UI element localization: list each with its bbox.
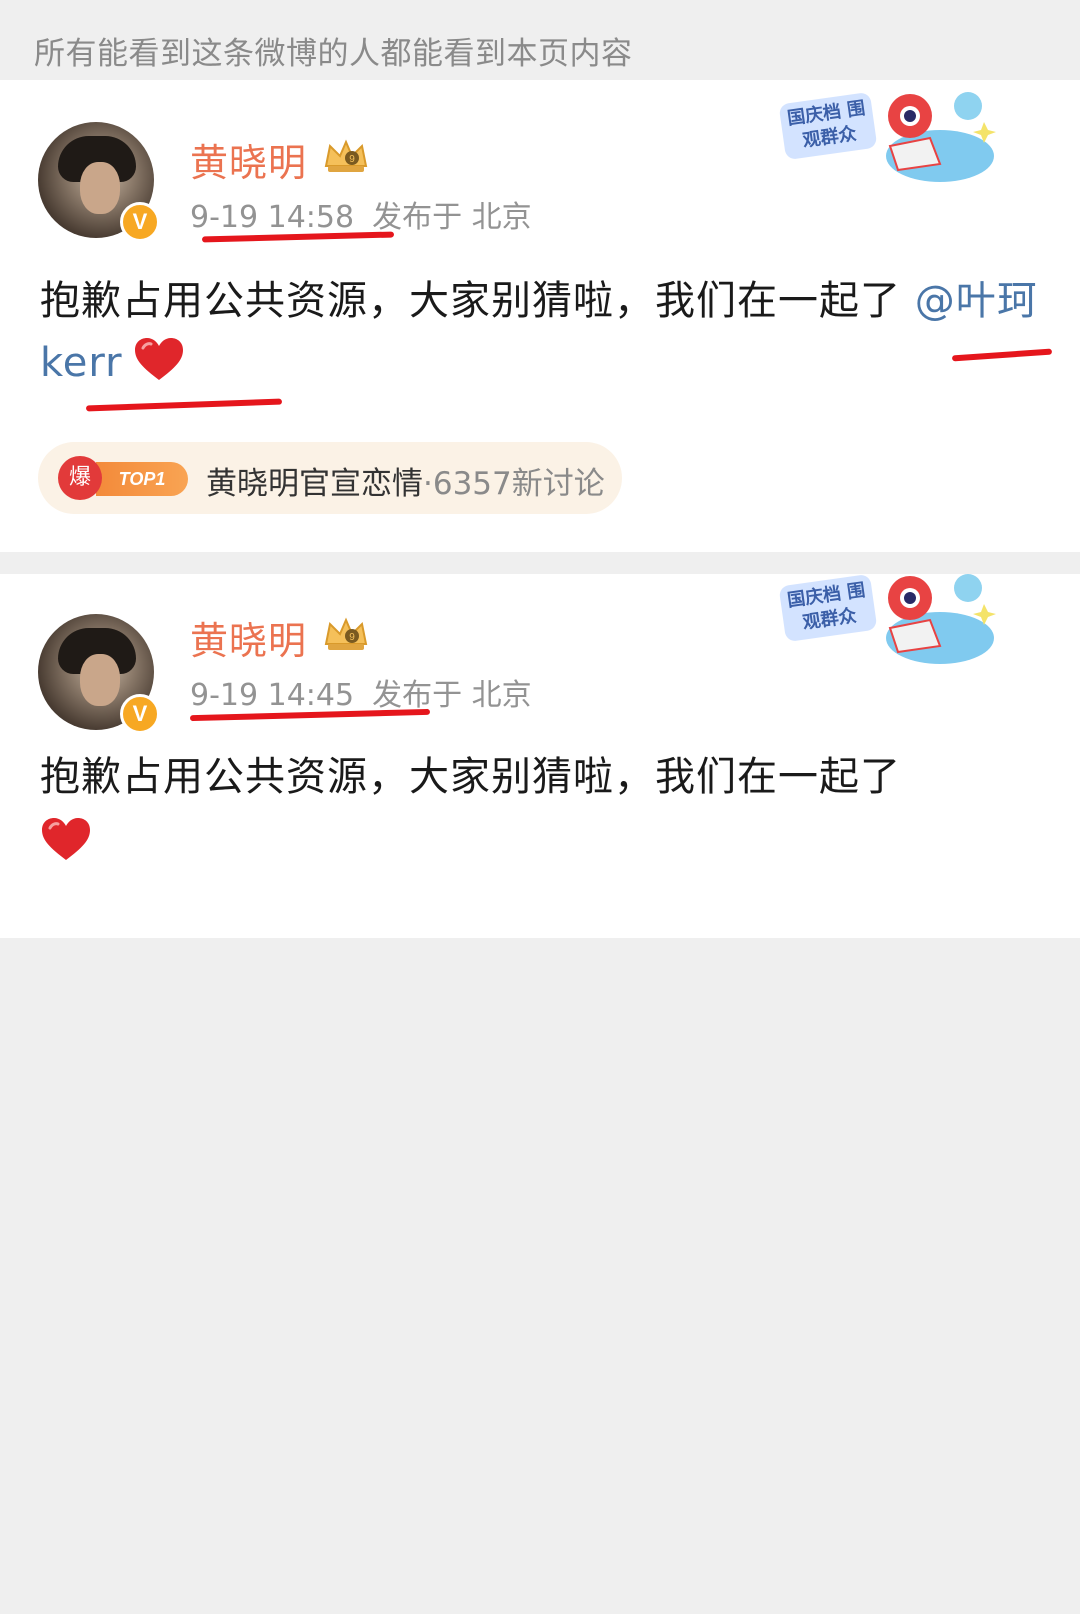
hot-topic-pill[interactable]: TOP1 爆 黄晓明官宣恋情·6357新讨论 <box>38 442 622 514</box>
post-location: 发布于 北京 <box>372 678 532 713</box>
heart-icon <box>134 338 183 380</box>
post-location: 发布于 北京 <box>372 200 532 235</box>
hot-topic-name: 黄晓明官宣恋情 <box>206 466 423 502</box>
post-body: 抱歉占用公共资源，大家别猜啦，我们在一起了 @叶珂 kerr <box>40 270 1040 394</box>
hot-topic-count: ·6357新讨论 <box>423 466 605 502</box>
avatar[interactable]: V <box>38 122 160 242</box>
post-meta: 9-19 14:58 发布于 北京 <box>190 192 532 236</box>
svg-text:9: 9 <box>349 632 355 643</box>
visibility-note: 所有能看到这条微博的人都能看到本页内容 <box>34 36 633 72</box>
burst-icon: 爆 <box>58 456 102 500</box>
post-body: 抱歉占用公共资源，大家别猜啦，我们在一起了 <box>40 746 1040 874</box>
annotation-underline <box>85 398 283 412</box>
crown-icon: 9 <box>324 617 368 650</box>
heart-icon <box>42 818 90 860</box>
post-time: 9-19 14:45 <box>190 678 355 713</box>
weibo-post-card: V 黄晓明 9 9-19 14:58 发布于 北京 国庆档 围观群众 抱歉占用公共… <box>0 80 1080 552</box>
verified-v-icon: V <box>120 694 160 734</box>
crown-icon: 9 <box>324 139 368 172</box>
svg-text:9: 9 <box>349 154 355 165</box>
verified-v-icon: V <box>120 202 160 242</box>
avatar[interactable]: V <box>38 614 160 734</box>
sticker-icon: 国庆档 围观群众 <box>770 86 1000 192</box>
post-text: 抱歉占用公共资源，大家别猜啦，我们在一起了 <box>40 754 901 800</box>
weibo-post-card: V 黄晓明 9 9-19 14:45 发布于 北京 国庆档 围观群众 抱歉占用公共… <box>0 573 1080 938</box>
post-text: 抱歉占用公共资源，大家别猜啦，我们在一起了 <box>40 278 901 324</box>
top-rank-badge: TOP1 <box>96 462 188 496</box>
post-time: 9-19 14:58 <box>190 200 355 235</box>
hot-topic-title: 黄晓明官宣恋情·6357新讨论 <box>206 458 605 503</box>
post-meta: 9-19 14:45 发布于 北京 <box>190 670 532 714</box>
username[interactable]: 黄晓明 <box>190 132 307 187</box>
username[interactable]: 黄晓明 <box>190 610 307 665</box>
sticker-icon: 国庆档 围观群众 <box>770 568 1000 674</box>
